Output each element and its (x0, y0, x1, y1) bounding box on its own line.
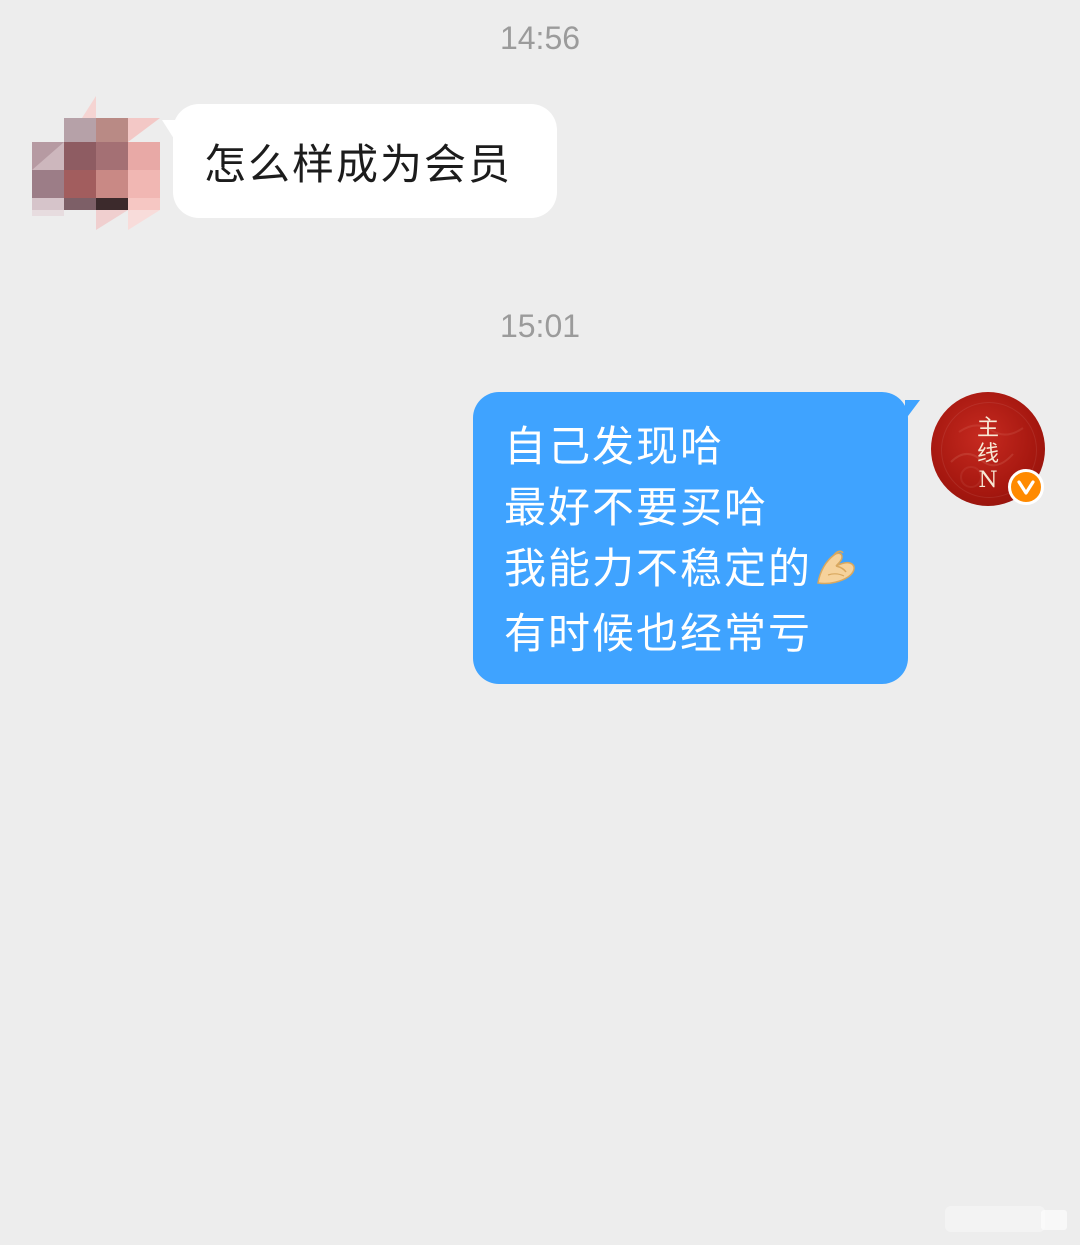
outgoing-message-line-text: 我能力不稳定的 (504, 544, 813, 593)
avatar-text-line: 线 (976, 442, 999, 467)
timestamp: 14:56 (499, 20, 581, 56)
outgoing-message-line: 有时候也经常亏 (504, 609, 813, 658)
outgoing-message-bubble[interactable]: 自己发现哈 最好不要买哈 我能力不稳定的 有时候也经常亏 (473, 392, 920, 684)
timestamp: 15:01 (499, 308, 581, 344)
avatar-text-line: 主 (976, 416, 999, 441)
verified-v-badge-icon (1008, 469, 1044, 505)
outgoing-message-line: 我能力不稳定的 (504, 538, 908, 603)
sender-avatar-pixelated[interactable] (32, 96, 160, 230)
mosaic-avatar-image (32, 96, 160, 230)
own-avatar[interactable]: 主 线 N (931, 392, 1045, 506)
watermark-image (945, 1204, 1073, 1234)
outgoing-message-line: 自己发现哈 (504, 422, 725, 471)
incoming-message-text: 怎么样成为会员 (204, 139, 513, 189)
outgoing-message-line: 最好不要买哈 (504, 483, 769, 532)
pinched-fingers-emoji-icon (814, 542, 860, 603)
chat-conversation: 14:56 怎么样成为会员 15:01 自己发现哈 最好不要买哈 我能力不稳定的… (0, 0, 1080, 1245)
incoming-message-bubble[interactable]: 怎么样成为会员 (162, 104, 557, 218)
